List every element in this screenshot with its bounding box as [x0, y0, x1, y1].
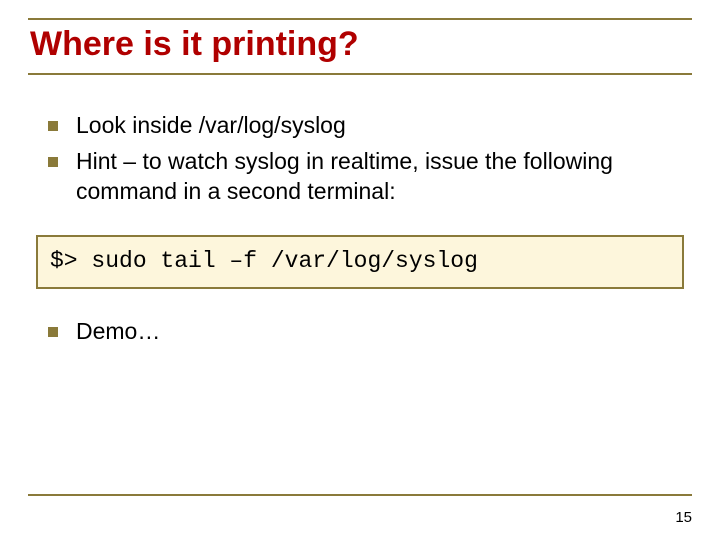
bullet-text: Hint – to watch syslog in realtime, issu…: [76, 148, 613, 204]
list-item: Hint – to watch syslog in realtime, issu…: [36, 147, 684, 207]
slide-body: Look inside /var/log/syslog Hint – to wa…: [28, 75, 692, 346]
code-block: $> sudo tail –f /var/log/syslog: [36, 235, 684, 289]
slide: Where is it printing? Look inside /var/l…: [0, 0, 720, 540]
top-rule: [28, 18, 692, 20]
bullet-text: Look inside /var/log/syslog: [76, 112, 346, 138]
bullet-list-top: Look inside /var/log/syslog Hint – to wa…: [36, 111, 684, 207]
bullet-text: Demo…: [76, 318, 160, 344]
list-item: Demo…: [36, 317, 684, 347]
bullet-list-bottom: Demo…: [36, 317, 684, 347]
page-number: 15: [675, 509, 692, 526]
list-item: Look inside /var/log/syslog: [36, 111, 684, 141]
page-title: Where is it printing?: [28, 22, 692, 71]
bottom-rule: [28, 494, 692, 496]
